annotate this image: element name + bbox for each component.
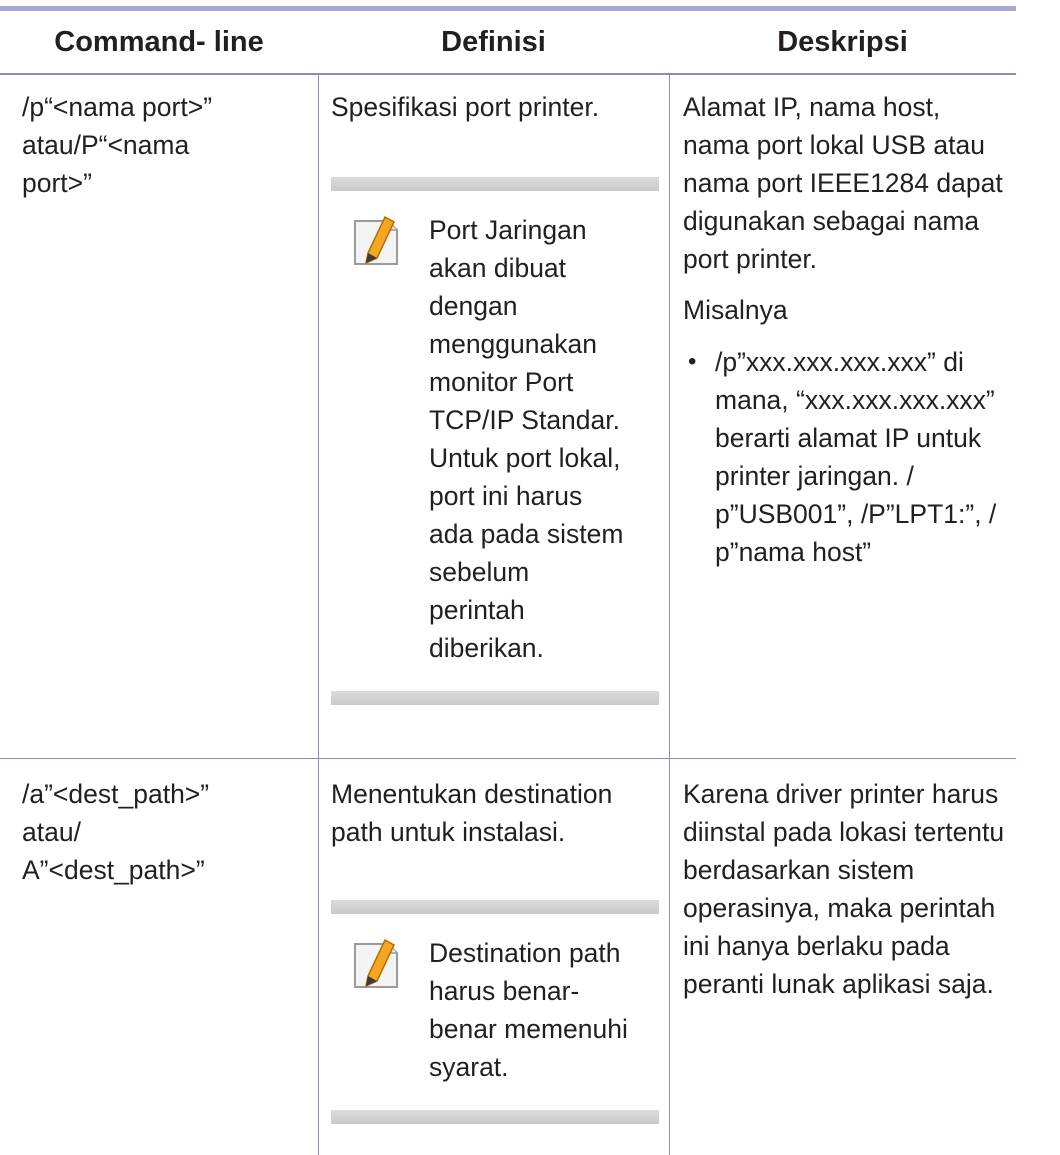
- note-line: ada pada sistem: [429, 519, 624, 549]
- command-line: port>”: [22, 168, 92, 198]
- bullet-line: printer jaringan. /: [715, 461, 914, 491]
- note-line: syarat.: [429, 1052, 509, 1082]
- description-line: Alamat IP, nama host,: [683, 92, 941, 122]
- bullet-line: /p”xxx.xxx.xxx.xxx” di: [715, 347, 964, 377]
- description-line: nama port lokal USB atau: [683, 130, 985, 160]
- note-line: perintah: [429, 595, 525, 625]
- description-line: peranti lunak aplikasi saja.: [683, 969, 994, 999]
- note-top-bar: [331, 900, 659, 914]
- row2-command: /a”<dest_path>” atau/ A”<dest_path>”: [22, 775, 307, 889]
- description-line: ini hanya berlaku pada: [683, 931, 950, 961]
- bullet-line: p”USB001”, /P”LPT1:”, /: [715, 499, 997, 529]
- note-line: harus benar-: [429, 976, 580, 1006]
- header-command-line: Command- line: [54, 25, 264, 58]
- note-line: akan dibuat: [429, 253, 567, 283]
- note-line: port ini harus: [429, 481, 583, 511]
- pencil-note-icon: [354, 938, 398, 988]
- table-header: Command- line Definisi Deskripsi: [0, 11, 1016, 73]
- note-line: diberikan.: [429, 633, 544, 663]
- definition-line: Menentukan destination: [331, 779, 613, 809]
- row-divider: [0, 758, 1016, 759]
- note-line: dengan: [429, 291, 518, 321]
- note-line: menggunakan: [429, 329, 597, 359]
- description-line: port printer.: [683, 244, 818, 274]
- command-line: /p“<nama port>”: [22, 92, 213, 122]
- example-bullet-item: • /p”xxx.xxx.xxx.xxx” di mana, “xxx.xxx.…: [683, 343, 1005, 571]
- page: Command- line Definisi Deskripsi /p“<nam…: [0, 0, 1060, 1155]
- row1-command: /p“<nama port>” atau/P“<nama port>”: [22, 88, 307, 202]
- note-body: Destination path harus benar- benar meme…: [331, 914, 659, 1110]
- note-line: Destination path: [429, 938, 621, 968]
- definition-text: Spesifikasi port printer.: [331, 92, 600, 122]
- description-line: Karena driver printer harus: [683, 779, 999, 809]
- column-divider: [669, 75, 670, 1155]
- header-definisi: Definisi: [441, 25, 546, 58]
- row2-definition: Menentukan destination path untuk instal…: [331, 775, 664, 851]
- row2-description: Karena driver printer harus diinstal pad…: [683, 775, 1005, 1003]
- definition-line: path untuk instalasi.: [331, 817, 566, 847]
- description-line: digunakan sebagai nama: [683, 206, 980, 236]
- note-line: Untuk port lokal,: [429, 443, 621, 473]
- header-deskripsi: Deskripsi: [777, 25, 908, 58]
- row2-note: Destination path harus benar- benar meme…: [331, 900, 659, 1124]
- column-divider: [318, 75, 319, 1155]
- note-bottom-bar: [331, 691, 659, 705]
- bullet-dot: •: [688, 348, 697, 375]
- description-line: berdasarkan sistem: [683, 855, 915, 885]
- note-line: benar memenuhi: [429, 1014, 628, 1044]
- note-body: Port Jaringan akan dibuat dengan menggun…: [331, 191, 659, 691]
- command-line: atau/P“<nama: [22, 130, 190, 160]
- pencil-note-icon: [354, 215, 398, 265]
- description-line: operasinya, maka perintah: [683, 893, 996, 923]
- example-label: Misalnya: [683, 295, 788, 325]
- command-line: atau/: [22, 817, 81, 847]
- note-line: monitor Port: [429, 367, 574, 397]
- row1-description: Alamat IP, nama host, nama port lokal US…: [683, 88, 1005, 571]
- header-rule: [0, 73, 1016, 75]
- row1-definition: Spesifikasi port printer.: [331, 88, 664, 126]
- note-line: sebelum: [429, 557, 530, 587]
- note-line: Port Jaringan: [429, 215, 587, 245]
- description-line: diinstal pada lokasi tertentu: [683, 817, 1005, 847]
- bullet-line: mana, “xxx.xxx.xxx.xxx”: [715, 385, 995, 415]
- note-bottom-bar: [331, 1110, 659, 1124]
- row1-note: Port Jaringan akan dibuat dengan menggun…: [331, 177, 659, 705]
- note-top-bar: [331, 177, 659, 191]
- bullet-line: berarti alamat IP untuk: [715, 423, 982, 453]
- bullet-line: p”nama host”: [715, 537, 872, 567]
- description-line: nama port IEEE1284 dapat: [683, 168, 1003, 198]
- command-line: A”<dest_path>”: [22, 855, 205, 885]
- command-line: /a”<dest_path>”: [22, 779, 210, 809]
- note-line: TCP/IP Standar.: [429, 405, 620, 435]
